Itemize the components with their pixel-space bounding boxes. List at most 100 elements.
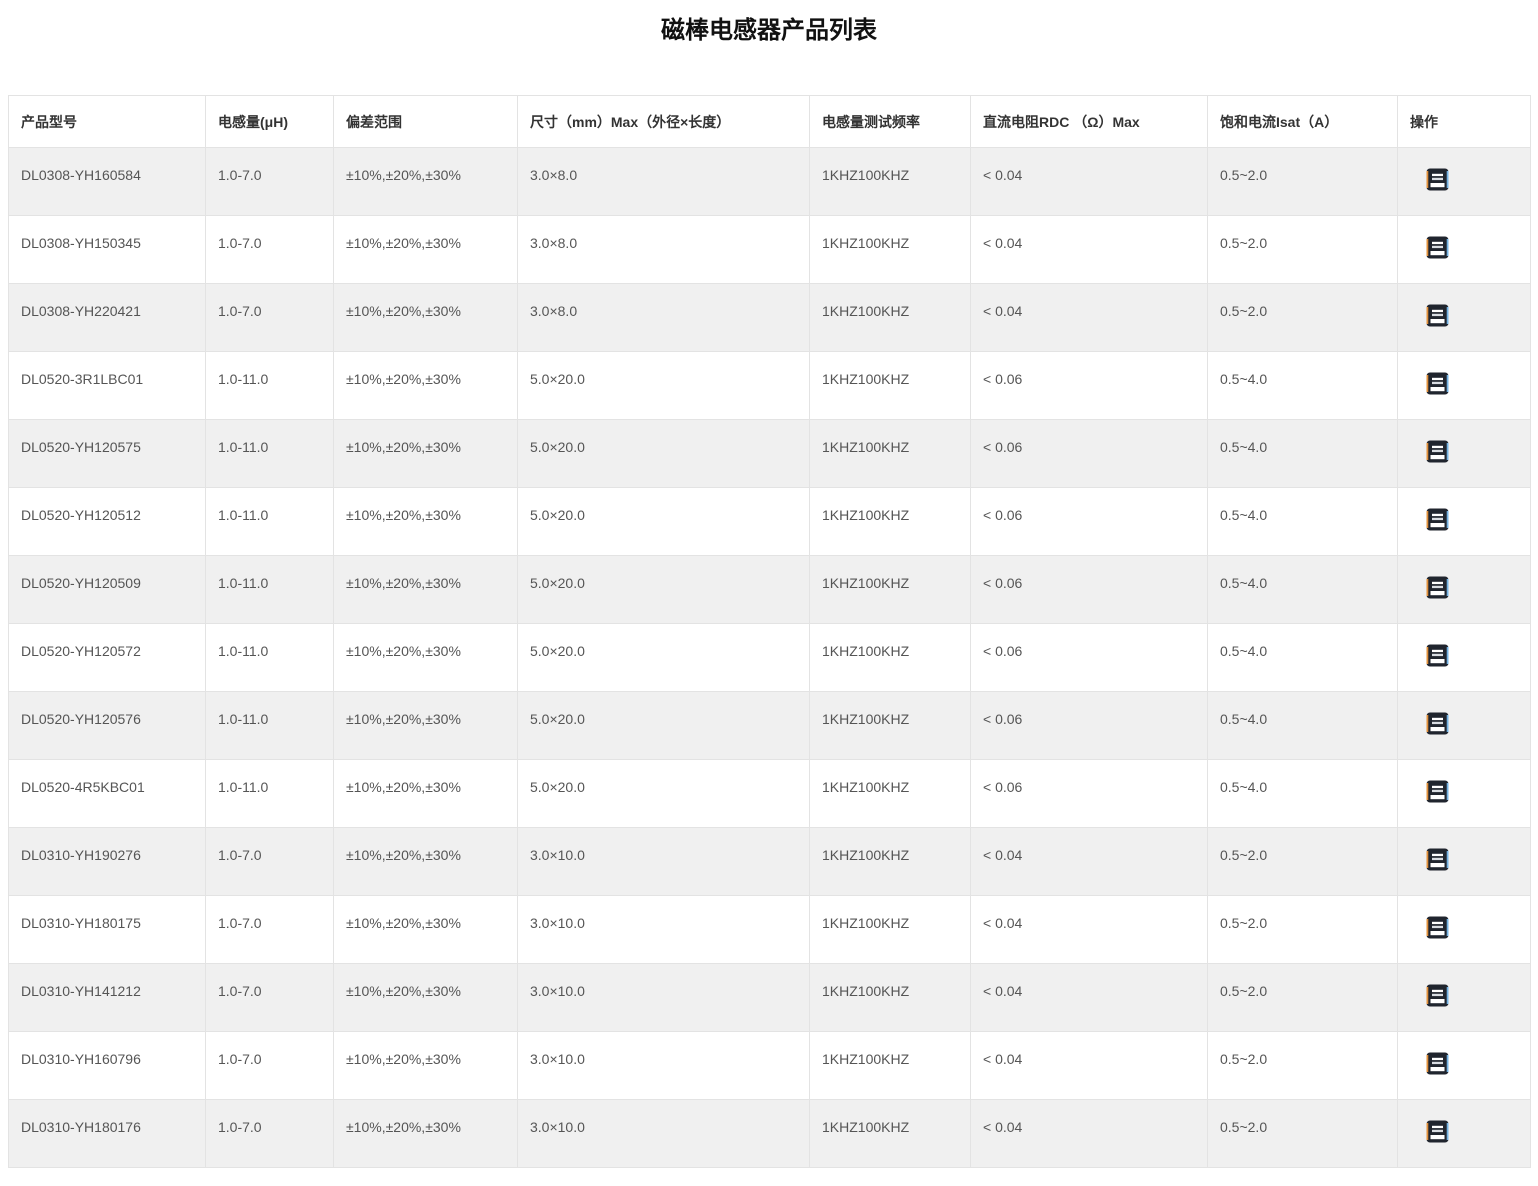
- cell-rdc: < 0.04: [971, 216, 1208, 284]
- cell-isat: 0.5~4.0: [1208, 420, 1398, 488]
- cell-rdc: < 0.04: [971, 1100, 1208, 1168]
- table-row: DL0520-YH120509 1.0-11.0 ±10%,±20%,±30% …: [9, 556, 1531, 624]
- cell-action: [1398, 1032, 1531, 1100]
- cell-inductance: 1.0-11.0: [206, 488, 334, 556]
- datasheet-button[interactable]: [1426, 508, 1449, 531]
- cell-size: 3.0×10.0: [518, 1100, 810, 1168]
- cell-size: 5.0×20.0: [518, 556, 810, 624]
- cell-tolerance: ±10%,±20%,±30%: [334, 148, 518, 216]
- cell-tolerance: ±10%,±20%,±30%: [334, 1032, 518, 1100]
- cell-test-frequency: 1KHZ100KHZ: [810, 964, 971, 1032]
- datasheet-button[interactable]: [1426, 644, 1449, 667]
- cell-action: [1398, 488, 1531, 556]
- cell-test-frequency: 1KHZ100KHZ: [810, 760, 971, 828]
- cell-size: 5.0×20.0: [518, 420, 810, 488]
- page-title: 磁棒电感器产品列表: [0, 14, 1538, 48]
- datasheet-button[interactable]: [1426, 304, 1449, 327]
- cell-inductance: 1.0-7.0: [206, 896, 334, 964]
- cell-tolerance: ±10%,±20%,±30%: [334, 216, 518, 284]
- cell-rdc: < 0.04: [971, 896, 1208, 964]
- cell-rdc: < 0.04: [971, 964, 1208, 1032]
- cell-isat: 0.5~4.0: [1208, 556, 1398, 624]
- datasheet-button[interactable]: [1426, 236, 1449, 259]
- datasheet-button[interactable]: [1426, 916, 1449, 939]
- cell-action: [1398, 352, 1531, 420]
- cell-tolerance: ±10%,±20%,±30%: [334, 1100, 518, 1168]
- datasheet-button[interactable]: [1426, 984, 1449, 1007]
- cell-size: 5.0×20.0: [518, 760, 810, 828]
- cell-inductance: 1.0-7.0: [206, 964, 334, 1032]
- cell-product-model: DL0520-YH120512: [9, 488, 206, 556]
- cell-tolerance: ±10%,±20%,±30%: [334, 896, 518, 964]
- cell-size: 3.0×10.0: [518, 1032, 810, 1100]
- datasheet-icon: [1426, 712, 1449, 735]
- cell-rdc: < 0.06: [971, 760, 1208, 828]
- cell-isat: 0.5~4.0: [1208, 352, 1398, 420]
- cell-inductance: 1.0-11.0: [206, 420, 334, 488]
- datasheet-icon: [1426, 372, 1449, 395]
- cell-test-frequency: 1KHZ100KHZ: [810, 692, 971, 760]
- cell-inductance: 1.0-7.0: [206, 284, 334, 352]
- datasheet-button[interactable]: [1426, 440, 1449, 463]
- cell-product-model: DL0310-YH141212: [9, 964, 206, 1032]
- cell-tolerance: ±10%,±20%,±30%: [334, 692, 518, 760]
- column-header-product-model: 产品型号: [9, 96, 206, 148]
- cell-tolerance: ±10%,±20%,±30%: [334, 284, 518, 352]
- datasheet-button[interactable]: [1426, 1120, 1449, 1143]
- cell-action: [1398, 964, 1531, 1032]
- cell-size: 3.0×10.0: [518, 964, 810, 1032]
- cell-rdc: < 0.06: [971, 692, 1208, 760]
- cell-inductance: 1.0-11.0: [206, 352, 334, 420]
- datasheet-button[interactable]: [1426, 848, 1449, 871]
- cell-product-model: DL0310-YH180176: [9, 1100, 206, 1168]
- table-row: DL0520-3R1LBC01 1.0-11.0 ±10%,±20%,±30% …: [9, 352, 1531, 420]
- cell-action: [1398, 1100, 1531, 1168]
- cell-size: 3.0×8.0: [518, 216, 810, 284]
- cell-product-model: DL0520-3R1LBC01: [9, 352, 206, 420]
- table-row: DL0520-YH120576 1.0-11.0 ±10%,±20%,±30% …: [9, 692, 1531, 760]
- cell-inductance: 1.0-11.0: [206, 692, 334, 760]
- cell-isat: 0.5~2.0: [1208, 216, 1398, 284]
- cell-size: 3.0×8.0: [518, 284, 810, 352]
- cell-product-model: DL0520-4R5KBC01: [9, 760, 206, 828]
- cell-rdc: < 0.06: [971, 556, 1208, 624]
- cell-product-model: DL0520-YH120572: [9, 624, 206, 692]
- cell-test-frequency: 1KHZ100KHZ: [810, 1032, 971, 1100]
- cell-product-model: DL0310-YH180175: [9, 896, 206, 964]
- cell-size: 3.0×10.0: [518, 828, 810, 896]
- datasheet-button[interactable]: [1426, 780, 1449, 803]
- cell-action: [1398, 556, 1531, 624]
- cell-test-frequency: 1KHZ100KHZ: [810, 1100, 971, 1168]
- table-row: DL0308-YH220421 1.0-7.0 ±10%,±20%,±30% 3…: [9, 284, 1531, 352]
- column-header-rdc: 直流电阻RDC （Ω）Max: [971, 96, 1208, 148]
- cell-test-frequency: 1KHZ100KHZ: [810, 556, 971, 624]
- cell-tolerance: ±10%,±20%,±30%: [334, 556, 518, 624]
- datasheet-icon: [1426, 236, 1449, 259]
- cell-product-model: DL0308-YH160584: [9, 148, 206, 216]
- cell-rdc: < 0.06: [971, 420, 1208, 488]
- cell-isat: 0.5~4.0: [1208, 488, 1398, 556]
- datasheet-icon: [1426, 644, 1449, 667]
- cell-isat: 0.5~2.0: [1208, 828, 1398, 896]
- cell-action: [1398, 760, 1531, 828]
- datasheet-button[interactable]: [1426, 168, 1449, 191]
- cell-isat: 0.5~2.0: [1208, 1032, 1398, 1100]
- cell-test-frequency: 1KHZ100KHZ: [810, 216, 971, 284]
- datasheet-button[interactable]: [1426, 372, 1449, 395]
- cell-tolerance: ±10%,±20%,±30%: [334, 964, 518, 1032]
- datasheet-button[interactable]: [1426, 1052, 1449, 1075]
- cell-product-model: DL0520-YH120575: [9, 420, 206, 488]
- cell-product-model: DL0520-YH120576: [9, 692, 206, 760]
- cell-test-frequency: 1KHZ100KHZ: [810, 488, 971, 556]
- cell-inductance: 1.0-7.0: [206, 216, 334, 284]
- cell-product-model: DL0310-YH190276: [9, 828, 206, 896]
- datasheet-button[interactable]: [1426, 576, 1449, 599]
- column-header-size: 尺寸（mm）Max（外径×长度）: [518, 96, 810, 148]
- cell-tolerance: ±10%,±20%,±30%: [334, 760, 518, 828]
- cell-size: 5.0×20.0: [518, 488, 810, 556]
- cell-inductance: 1.0-7.0: [206, 828, 334, 896]
- datasheet-button[interactable]: [1426, 712, 1449, 735]
- cell-isat: 0.5~2.0: [1208, 964, 1398, 1032]
- cell-inductance: 1.0-7.0: [206, 1032, 334, 1100]
- column-header-action: 操作: [1398, 96, 1531, 148]
